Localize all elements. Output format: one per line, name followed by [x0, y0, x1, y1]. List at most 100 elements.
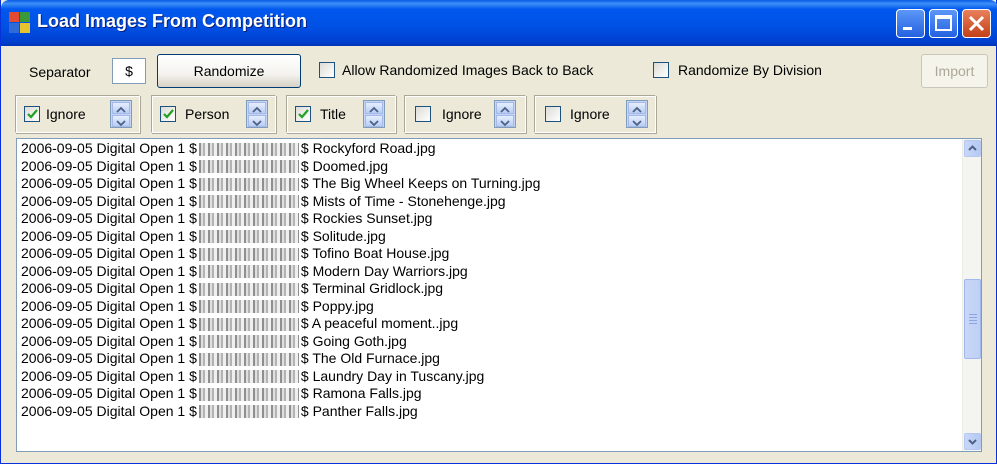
list-item[interactable]: 2006-09-05 Digital Open 1 $ $ Tofino Boat…	[21, 245, 961, 263]
maximize-icon	[935, 15, 952, 31]
title-bar[interactable]: Load Images From Competition	[1, 0, 997, 46]
scroll-up-button[interactable]	[964, 140, 981, 157]
redacted-name	[198, 177, 299, 191]
list-item[interactable]: 2006-09-05 Digital Open 1 $ $ Panther Fal…	[21, 403, 961, 421]
list-item[interactable]: 2006-09-05 Digital Open 1 $ $ Going Goth.…	[21, 333, 961, 351]
list-item[interactable]: 2006-09-05 Digital Open 1 $ $ Ramona Fall…	[21, 385, 961, 403]
list-item-prefix: 2006-09-05 Digital Open 1 $	[21, 367, 197, 384]
list-item-title: $ Rockies Sunset.jpg	[300, 210, 433, 226]
allow-back-to-back-checkbox[interactable]	[319, 62, 335, 78]
list-item-title: $ Going Goth.jpg	[300, 332, 407, 349]
separator-input[interactable]: $	[112, 58, 146, 84]
close-button[interactable]	[962, 9, 991, 38]
field-1-checkbox[interactable]	[24, 106, 40, 122]
spinner-up-icon[interactable]	[496, 102, 514, 114]
field-2-checkbox[interactable]	[160, 106, 176, 122]
list-item[interactable]: 2006-09-05 Digital Open 1 $ $ The Big Whe…	[21, 175, 961, 193]
list-item-title: $ Rockyford Road.jpg	[300, 140, 436, 156]
redacted-name	[198, 387, 299, 401]
load-images-window: Load Images From Competition Separator $…	[0, 0, 997, 464]
redacted-name	[198, 195, 299, 209]
allow-back-to-back-label: Allow Randomized Images Back to Back	[342, 62, 594, 78]
redacted-name	[198, 282, 299, 296]
spinner-down-icon[interactable]	[628, 115, 646, 127]
file-listbox[interactable]: 2006-09-05 Digital Open 1 $ $ Rockyford R…	[16, 138, 982, 452]
spinner-down-icon[interactable]	[365, 115, 383, 127]
minimize-icon	[903, 27, 912, 30]
redacted-name	[198, 405, 299, 419]
field-1-spinner[interactable]	[110, 100, 132, 128]
list-item-title: $ Tofino Boat House.jpg	[300, 245, 450, 261]
redacted-name	[198, 212, 299, 226]
field-4-spinner[interactable]	[494, 100, 516, 128]
checkmark-icon	[298, 109, 309, 119]
scroll-thumb[interactable]	[964, 278, 981, 359]
redacted-name	[198, 247, 299, 261]
minimize-button[interactable]	[896, 9, 925, 38]
vertical-scrollbar[interactable]	[962, 139, 981, 451]
field-group-3: Title	[286, 95, 396, 133]
randomize-by-division-checkbox[interactable]	[653, 62, 669, 78]
field-3-label: Title	[320, 106, 346, 122]
list-item-title: $ The Old Furnace.jpg	[300, 350, 440, 366]
list-item[interactable]: 2006-09-05 Digital Open 1 $ $ Laundry Day…	[21, 368, 961, 386]
checkmark-icon	[163, 109, 174, 119]
import-button[interactable]: Import	[921, 54, 988, 88]
redacted-name	[198, 142, 299, 156]
list-item-prefix: 2006-09-05 Digital Open 1 $	[21, 280, 197, 296]
list-item-prefix: 2006-09-05 Digital Open 1 $	[21, 245, 197, 261]
field-2-spinner[interactable]	[246, 100, 268, 128]
list-item[interactable]: 2006-09-05 Digital Open 1 $ $ Solitude.jp…	[21, 228, 961, 246]
field-3-checkbox[interactable]	[295, 106, 311, 122]
list-item[interactable]: 2006-09-05 Digital Open 1 $ $ Rockyford R…	[21, 140, 961, 158]
list-item[interactable]: 2006-09-05 Digital Open 1 $ $ Poppy.jpg	[21, 298, 961, 316]
list-item[interactable]: 2006-09-05 Digital Open 1 $ $ A peaceful …	[21, 315, 961, 333]
spinner-up-icon[interactable]	[365, 102, 383, 114]
list-item-title: $ Ramona Falls.jpg	[300, 385, 422, 401]
maximize-button[interactable]	[929, 9, 958, 38]
list-item-title: $ Laundry Day in Tuscany.jpg	[300, 367, 485, 384]
list-item-prefix: 2006-09-05 Digital Open 1 $	[21, 157, 197, 174]
file-list: 2006-09-05 Digital Open 1 $ $ Rockyford R…	[21, 140, 961, 420]
list-item-prefix: 2006-09-05 Digital Open 1 $	[21, 385, 197, 401]
list-item-title: $ Mists of Time - Stonehenge.jpg	[300, 192, 506, 209]
field-5-checkbox[interactable]	[545, 106, 561, 122]
field-3-spinner[interactable]	[363, 100, 385, 128]
spinner-up-icon[interactable]	[248, 102, 266, 114]
list-item[interactable]: 2006-09-05 Digital Open 1 $ $ Rockies Sun…	[21, 210, 961, 228]
window-title: Load Images From Competition	[37, 11, 308, 31]
list-item-prefix: 2006-09-05 Digital Open 1 $	[21, 262, 197, 279]
spinner-up-icon[interactable]	[628, 102, 646, 114]
list-item-prefix: 2006-09-05 Digital Open 1 $	[21, 297, 197, 314]
redacted-name	[198, 335, 299, 349]
list-item[interactable]: 2006-09-05 Digital Open 1 $ $ The Old Fur…	[21, 350, 961, 368]
list-item-prefix: 2006-09-05 Digital Open 1 $	[21, 315, 197, 331]
list-item[interactable]: 2006-09-05 Digital Open 1 $ $ Terminal Gr…	[21, 280, 961, 298]
list-item-title: $ Terminal Gridlock.jpg	[300, 280, 444, 296]
list-item[interactable]: 2006-09-05 Digital Open 1 $ $ Doomed.jpg	[21, 158, 961, 176]
redacted-name	[198, 230, 299, 244]
spinner-down-icon[interactable]	[496, 115, 514, 127]
list-item-title: $ Panther Falls.jpg	[300, 402, 418, 419]
field-5-spinner[interactable]	[626, 100, 648, 128]
field-group-1: Ignore	[15, 95, 140, 133]
checkmark-icon	[27, 109, 38, 119]
randomize-button[interactable]: Randomize	[157, 54, 301, 88]
list-item[interactable]: 2006-09-05 Digital Open 1 $ $ Mists of Ti…	[21, 193, 961, 211]
field-group-5: Ignore	[534, 95, 656, 133]
redacted-name	[198, 160, 299, 174]
scroll-down-button[interactable]	[964, 433, 981, 450]
field-group-4: Ignore	[404, 95, 526, 133]
spinner-down-icon[interactable]	[112, 115, 130, 127]
redacted-name	[198, 300, 299, 314]
spinner-down-icon[interactable]	[248, 115, 266, 127]
list-item[interactable]: 2006-09-05 Digital Open 1 $ $ Modern Day …	[21, 263, 961, 281]
field-4-label: Ignore	[442, 106, 482, 122]
list-item-title: $ Solitude.jpg	[300, 227, 386, 244]
redacted-name	[198, 265, 299, 279]
spinner-up-icon[interactable]	[112, 102, 130, 114]
redacted-name	[198, 317, 299, 331]
separator-label: Separator	[29, 64, 91, 80]
field-4-checkbox[interactable]	[415, 106, 431, 122]
list-item-prefix: 2006-09-05 Digital Open 1 $	[21, 175, 197, 191]
